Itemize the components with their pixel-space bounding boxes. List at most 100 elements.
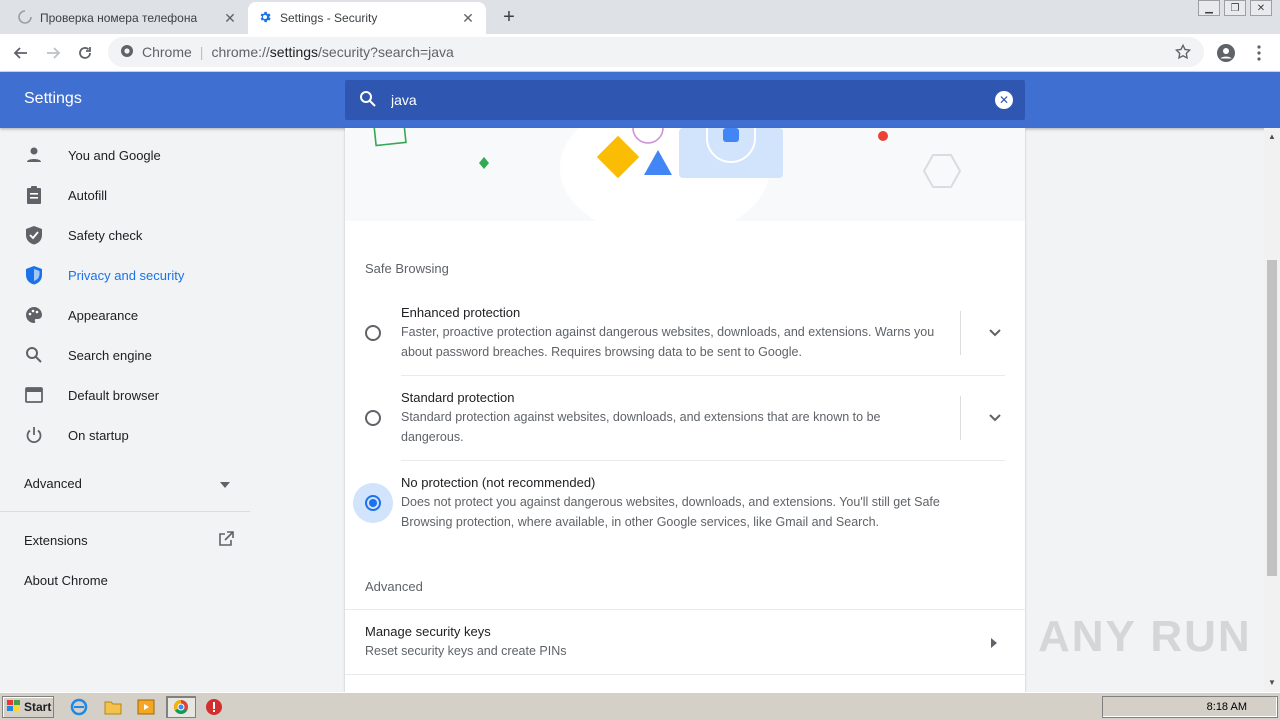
option-title: Standard protection bbox=[401, 390, 515, 405]
clock: 8:18 AM bbox=[1206, 701, 1247, 713]
start-label: Start bbox=[24, 700, 52, 714]
omnibox-divider: | bbox=[199, 44, 204, 60]
tab-title: Проверка номера телефона bbox=[40, 11, 198, 25]
close-icon[interactable]: ✕ bbox=[460, 10, 476, 26]
settings-sidebar: You and Google Autofill Safety check Pri… bbox=[0, 128, 250, 692]
chrome-taskbar-button[interactable] bbox=[166, 696, 196, 718]
sidebar-item-privacy-and-security[interactable]: Privacy and security bbox=[0, 255, 250, 295]
advanced-heading: Advanced bbox=[365, 579, 423, 594]
sidebar-extensions[interactable]: Extensions bbox=[0, 520, 250, 560]
shield-check-icon bbox=[24, 225, 44, 245]
minimize-button[interactable]: ▁ bbox=[1198, 0, 1220, 16]
radio-no-protection[interactable] bbox=[365, 495, 381, 511]
address-bar[interactable]: Chrome | chrome://settings/security?sear… bbox=[108, 37, 1204, 67]
url-host: settings bbox=[269, 44, 319, 60]
folder-icon[interactable] bbox=[104, 698, 122, 716]
profile-button[interactable] bbox=[1213, 40, 1239, 66]
new-tab-button[interactable]: + bbox=[498, 7, 520, 29]
sidebar-item-label: Safety check bbox=[68, 227, 143, 243]
option-description: Does not protect you against dangerous w… bbox=[401, 495, 940, 529]
sidebar-item-label: Search engine bbox=[68, 347, 152, 363]
divider bbox=[345, 674, 1025, 675]
sidebar-item-label: Autofill bbox=[68, 187, 108, 203]
row-title: Manage security keys bbox=[365, 624, 491, 639]
gear-icon bbox=[258, 10, 272, 27]
arrow-right-icon bbox=[47, 47, 61, 59]
sidebar-item-you-and-google[interactable]: You and Google bbox=[0, 135, 250, 175]
clear-search-icon[interactable]: ✕ bbox=[995, 91, 1013, 109]
restore-button[interactable]: ❐ bbox=[1224, 0, 1246, 16]
manage-security-keys-row[interactable]: Manage security keys Reset security keys… bbox=[345, 610, 1025, 674]
option-description: Faster, proactive protection against dan… bbox=[401, 325, 935, 359]
expand-enhanced-button[interactable] bbox=[985, 323, 1005, 343]
sidebar-divider bbox=[0, 511, 250, 512]
radio-standard[interactable] bbox=[365, 410, 381, 426]
scroll-up-icon[interactable]: ▲ bbox=[1268, 132, 1276, 141]
settings-header: Settings ✕ bbox=[0, 72, 1280, 128]
vertical-divider bbox=[960, 311, 961, 355]
chrome-logo-icon bbox=[120, 44, 134, 61]
kebab-menu-icon bbox=[1257, 45, 1261, 61]
tab-settings-security[interactable]: Settings - Security ✕ bbox=[248, 2, 486, 34]
expand-standard-button[interactable] bbox=[985, 408, 1005, 428]
tab-phone-check[interactable]: Проверка номера телефона ✕ bbox=[8, 2, 248, 34]
start-button[interactable]: Start bbox=[2, 696, 54, 718]
scroll-thumb[interactable] bbox=[1267, 260, 1277, 576]
tab-title: Settings - Security bbox=[280, 11, 378, 25]
search-icon bbox=[359, 90, 377, 111]
close-icon[interactable]: ✕ bbox=[222, 10, 238, 26]
media-player-icon[interactable] bbox=[137, 698, 155, 716]
sidebar-item-default-browser[interactable]: Default browser bbox=[0, 375, 250, 415]
radio-enhanced[interactable] bbox=[365, 325, 381, 341]
close-window-button[interactable]: ✕ bbox=[1250, 0, 1272, 16]
option-title: Enhanced protection bbox=[401, 305, 521, 320]
option-title: No protection (not recommended) bbox=[401, 475, 596, 490]
window-controls: ▁ ❐ ✕ bbox=[1198, 0, 1272, 16]
menu-button[interactable] bbox=[1246, 40, 1272, 66]
sidebar-item-label: Privacy and security bbox=[68, 267, 185, 283]
sidebar-item-autofill[interactable]: Autofill bbox=[0, 175, 250, 215]
sidebar-item-appearance[interactable]: Appearance bbox=[0, 295, 250, 335]
tab-strip: Проверка номера телефона ✕ Settings - Se… bbox=[0, 0, 1280, 34]
url-scheme: chrome:// bbox=[211, 44, 270, 60]
shield-icon bbox=[24, 265, 44, 285]
clipboard-icon bbox=[24, 185, 44, 205]
account-icon bbox=[1217, 44, 1235, 62]
sidebar-item-search-engine[interactable]: Search engine bbox=[0, 335, 250, 375]
vertical-divider bbox=[960, 396, 961, 440]
security-illustration bbox=[345, 128, 1025, 221]
sidebar-item-safety-check[interactable]: Safety check bbox=[0, 215, 250, 255]
internet-explorer-icon[interactable] bbox=[70, 698, 88, 716]
open-in-new-icon bbox=[218, 530, 234, 550]
page-title: Settings bbox=[24, 90, 82, 107]
system-tray: 8:18 AM bbox=[1102, 696, 1278, 718]
chevron-down-icon bbox=[989, 414, 1001, 422]
row-subtitle: Reset security keys and create PINs bbox=[365, 644, 567, 658]
reload-button[interactable] bbox=[72, 40, 98, 66]
sidebar-item-label: Appearance bbox=[68, 307, 139, 323]
divider bbox=[401, 460, 1005, 461]
omnibox-chip: Chrome bbox=[142, 44, 192, 60]
page-scrollbar[interactable]: ▲ ▼ bbox=[1264, 128, 1280, 692]
arrow-right-icon bbox=[991, 636, 997, 651]
chrome-icon bbox=[174, 700, 188, 714]
sidebar-advanced[interactable]: Advanced bbox=[0, 463, 250, 503]
sidebar-about-label: About Chrome bbox=[24, 572, 108, 588]
stop-icon[interactable] bbox=[205, 698, 223, 716]
search-icon bbox=[24, 345, 44, 365]
reload-icon bbox=[79, 47, 91, 59]
sidebar-item-label: You and Google bbox=[68, 147, 161, 163]
palette-icon bbox=[24, 305, 44, 325]
back-button[interactable] bbox=[8, 40, 34, 66]
anyrun-watermark: ANY RUN bbox=[1038, 612, 1252, 661]
scroll-down-icon[interactable]: ▼ bbox=[1268, 678, 1276, 687]
url-path: /security?search=java bbox=[318, 44, 454, 60]
sidebar-about-chrome[interactable]: About Chrome bbox=[0, 560, 250, 600]
bookmark-star-icon[interactable] bbox=[1174, 43, 1192, 64]
caret-down-icon bbox=[220, 476, 230, 491]
divider bbox=[401, 375, 1005, 376]
sidebar-item-on-startup[interactable]: On startup bbox=[0, 415, 250, 455]
arrow-left-icon bbox=[13, 47, 27, 59]
search-input[interactable] bbox=[391, 92, 971, 108]
forward-button[interactable] bbox=[40, 40, 66, 66]
